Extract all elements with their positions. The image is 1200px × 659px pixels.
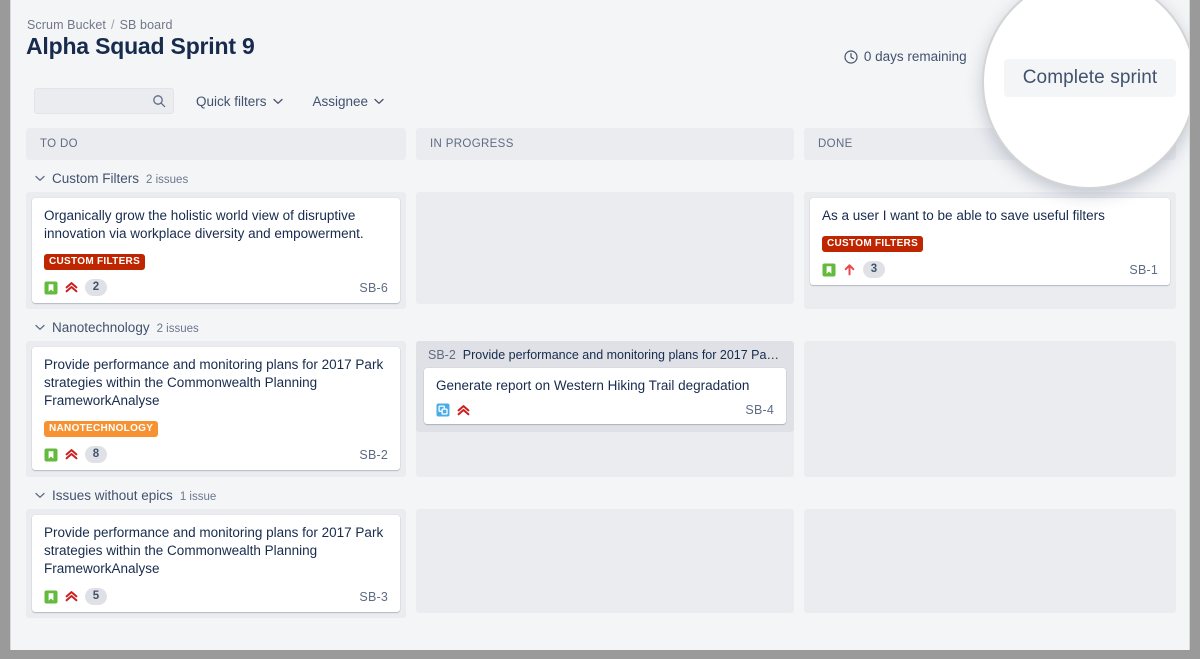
swimlane-title: Nanotechnology	[52, 320, 150, 335]
assignee-label: Assignee	[313, 94, 369, 109]
issue-summary: As a user I want to be able to save usef…	[822, 207, 1158, 225]
screenshot-viewport: Scrum Bucket / SB board Alpha Squad Sprint…	[0, 0, 1200, 659]
priority-highest-icon	[457, 404, 470, 417]
chevron-down-icon[interactable]	[35, 324, 45, 331]
search-box[interactable]	[34, 88, 174, 114]
cell-done[interactable]: As a user I want to be able to save usef…	[804, 192, 1176, 309]
issue-card[interactable]: Organically grow the holistic world view…	[32, 198, 400, 303]
breadcrumb-board-link[interactable]: SB board	[120, 18, 173, 32]
issue-summary: Provide performance and monitoring plans…	[44, 524, 388, 578]
column-header-todo: TO DO	[26, 128, 406, 160]
board-page: Scrum Bucket / SB board Alpha Squad Sprint…	[10, 0, 1190, 650]
swimlane-header[interactable]: Custom Filters 2 issues	[26, 171, 1176, 186]
story-points-badge: 3	[863, 261, 885, 278]
quick-filters-dropdown[interactable]: Quick filters	[188, 89, 291, 114]
swimlane-custom-filters: Custom Filters 2 issues Organically grow…	[26, 171, 1176, 309]
breadcrumb: Scrum Bucket / SB board	[27, 18, 173, 32]
quick-filters-label: Quick filters	[196, 94, 267, 109]
issue-key[interactable]: SB-2	[359, 448, 388, 462]
priority-high-icon	[843, 263, 856, 276]
days-remaining: 0 days remaining	[844, 49, 967, 64]
breadcrumb-project-link[interactable]: Scrum Bucket	[27, 18, 106, 32]
issue-key[interactable]: SB-4	[745, 403, 774, 417]
story-icon	[822, 263, 836, 277]
breadcrumb-separator: /	[111, 18, 115, 32]
issue-key[interactable]: SB-3	[359, 590, 388, 604]
cell-todo[interactable]: Provide performance and monitoring plans…	[26, 341, 406, 477]
parent-issue-key[interactable]: SB-2	[428, 348, 456, 362]
issue-summary: Provide performance and monitoring plans…	[44, 356, 388, 410]
issue-card-footer: 3 SB-1	[822, 261, 1158, 278]
parent-issue-summary: Provide performance and monitoring plans…	[463, 348, 783, 362]
story-points-badge: 2	[85, 279, 107, 296]
cell-inprogress[interactable]: SB-2 Provide performance and monitoring …	[416, 341, 794, 477]
chevron-down-icon	[374, 98, 384, 105]
cell-done[interactable]	[804, 509, 1176, 613]
magnified-complete-sprint-button[interactable]: Complete sprint	[1004, 59, 1176, 97]
story-icon	[44, 590, 58, 604]
chevron-down-icon[interactable]	[35, 175, 45, 182]
issue-card-footer: 2 SB-6	[44, 279, 388, 296]
story-points-badge: 5	[85, 588, 107, 605]
issue-card[interactable]: Provide performance and monitoring plans…	[32, 347, 400, 470]
page-title: Alpha Squad Sprint 9	[26, 33, 255, 60]
chevron-down-icon[interactable]	[35, 492, 45, 499]
clock-icon	[844, 50, 858, 64]
story-icon	[44, 281, 58, 295]
cell-done[interactable]	[804, 341, 1176, 477]
issue-key[interactable]: SB-1	[1129, 263, 1158, 277]
priority-highest-icon	[65, 448, 78, 461]
issue-card[interactable]: As a user I want to be able to save usef…	[810, 198, 1170, 285]
issue-card[interactable]: Provide performance and monitoring plans…	[32, 515, 400, 612]
epic-lozenge[interactable]: CUSTOM FILTERS	[822, 236, 923, 252]
cell-inprogress[interactable]	[416, 192, 794, 304]
issue-key[interactable]: SB-6	[359, 281, 388, 295]
swimlane-issue-count: 2 issues	[157, 323, 199, 335]
swimlane-header[interactable]: Nanotechnology 2 issues	[26, 320, 1176, 335]
swimlane-columns: Organically grow the holistic world view…	[26, 192, 1176, 309]
assignee-dropdown[interactable]: Assignee	[305, 89, 393, 114]
days-remaining-label: 0 days remaining	[864, 49, 967, 64]
swimlane-title: Custom Filters	[52, 171, 139, 186]
column-header-inprogress: IN PROGRESS	[416, 128, 794, 160]
search-input[interactable]	[42, 90, 150, 112]
issue-summary: Organically grow the holistic world view…	[44, 207, 388, 243]
parent-issue-header[interactable]: SB-2 Provide performance and monitoring …	[424, 346, 786, 368]
issue-card[interactable]: Generate report on Western Hiking Trail …	[424, 368, 786, 424]
epic-lozenge[interactable]: NANOTECHNOLOGY	[44, 421, 158, 437]
swimlane-issue-count: 2 issues	[146, 174, 188, 186]
swimlane-title: Issues without epics	[52, 488, 173, 503]
parent-issue-group[interactable]: SB-2 Provide performance and monitoring …	[416, 341, 794, 432]
priority-highest-icon	[65, 281, 78, 294]
story-points-badge: 8	[85, 446, 107, 463]
swimlane-nanotechnology: Nanotechnology 2 issues Provide performa…	[26, 320, 1176, 477]
scrum-board: TO DO IN PROGRESS DONE Custom Filters 2 …	[26, 128, 1176, 618]
swimlane-issues-without-epics: Issues without epics 1 issue Provide per…	[26, 488, 1176, 618]
issue-card-footer: 8 SB-2	[44, 446, 388, 463]
cell-todo[interactable]: Provide performance and monitoring plans…	[26, 509, 406, 618]
board-toolbar: Quick filters Assignee	[34, 88, 392, 114]
priority-highest-icon	[65, 590, 78, 603]
story-icon	[44, 448, 58, 462]
issue-card-footer: SB-4	[436, 403, 774, 417]
epic-lozenge[interactable]: CUSTOM FILTERS	[44, 254, 145, 270]
search-icon	[152, 94, 166, 108]
cell-todo[interactable]: Organically grow the holistic world view…	[26, 192, 406, 309]
swimlane-columns: Provide performance and monitoring plans…	[26, 509, 1176, 618]
subtask-icon	[436, 403, 450, 417]
swimlane-columns: Provide performance and monitoring plans…	[26, 341, 1176, 477]
chevron-down-icon	[273, 98, 283, 105]
issue-summary: Generate report on Western Hiking Trail …	[436, 377, 774, 395]
swimlane-issue-count: 1 issue	[180, 491, 216, 503]
cell-inprogress[interactable]	[416, 509, 794, 613]
issue-card-footer: 5 SB-3	[44, 588, 388, 605]
swimlane-header[interactable]: Issues without epics 1 issue	[26, 488, 1176, 503]
